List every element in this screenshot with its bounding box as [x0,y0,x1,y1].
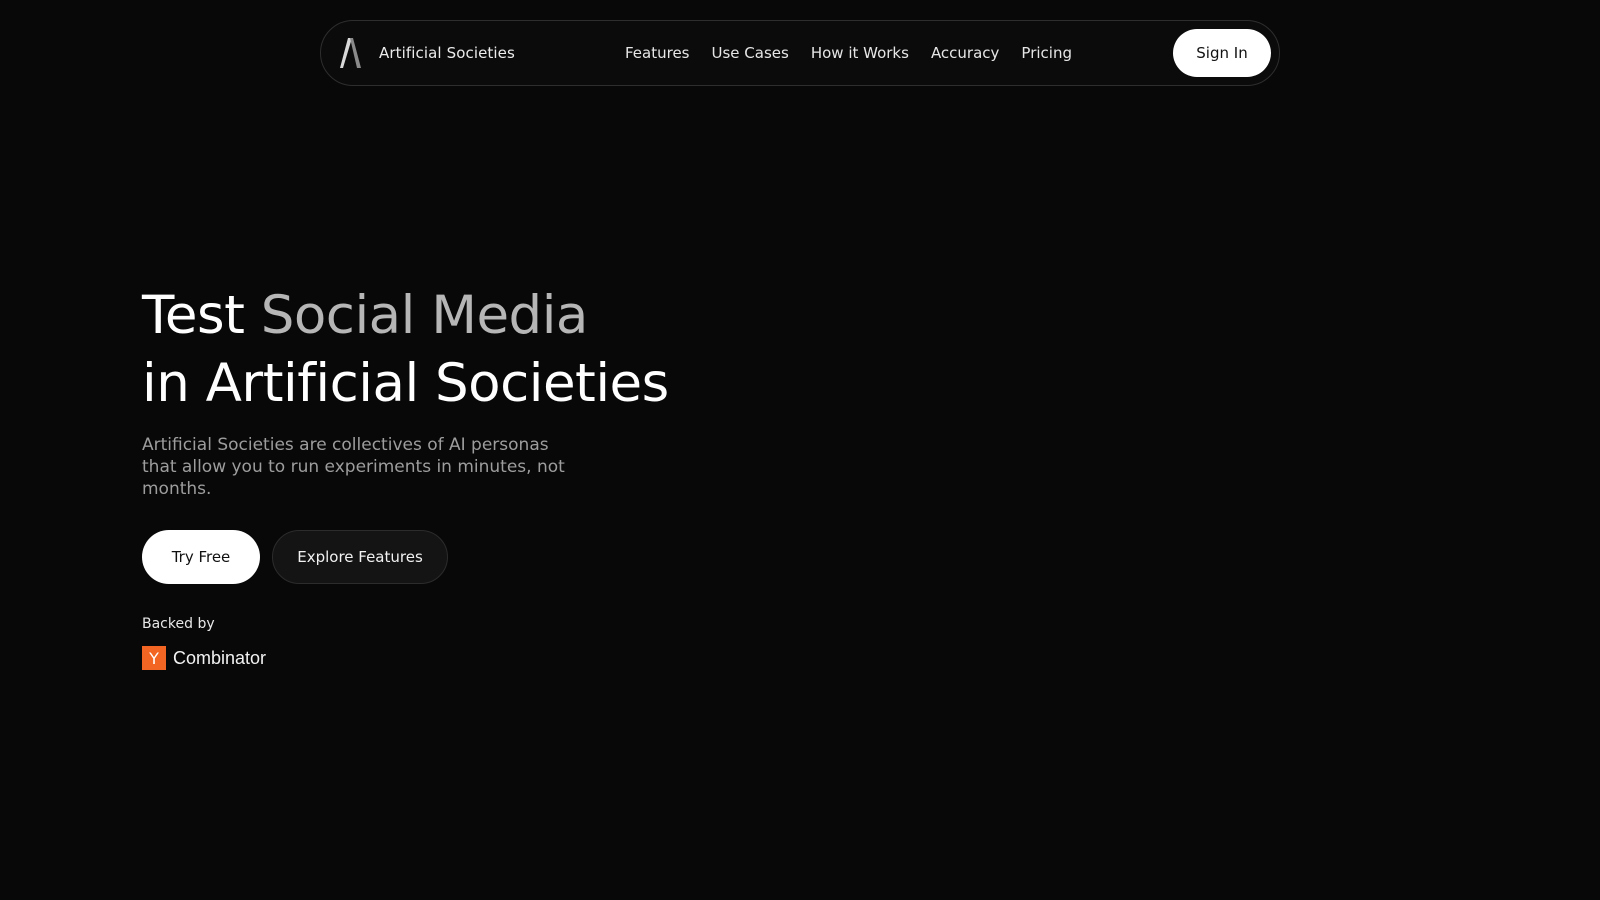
landing-page: Artificial Societies Features Use Cases … [0,0,1600,900]
nav-link-use-cases[interactable]: Use Cases [712,44,789,62]
headline-word-test: Test [142,285,245,346]
nav-link-pricing[interactable]: Pricing [1021,44,1072,62]
backed-by-label: Backed by [142,616,215,632]
y-combinator-logo[interactable]: Y Combinator [142,646,669,670]
headline-line-2: in Artificial Societies [142,353,669,414]
try-free-button[interactable]: Try Free [142,530,260,584]
nav-link-accuracy[interactable]: Accuracy [931,44,999,62]
sign-in-button[interactable]: Sign In [1173,29,1271,77]
hero-headline: Test Social Media in Artificial Societie… [142,282,669,418]
hero-section: Test Social Media in Artificial Societie… [142,282,669,670]
brand-home-link[interactable]: Artificial Societies [339,21,515,85]
cta-row: Try Free Explore Features [142,530,669,584]
artificial-societies-logo-icon [340,38,361,68]
top-navbar: Artificial Societies Features Use Cases … [320,20,1280,86]
y-combinator-icon: Y [142,646,166,670]
hero-subtitle: Artificial Societies are collectives of … [142,435,565,499]
nav-links: Features Use Cases How it Works Accuracy… [625,21,1072,85]
y-combinator-name: Combinator [173,647,267,668]
nav-link-features[interactable]: Features [625,44,690,62]
nav-link-how-it-works[interactable]: How it Works [811,44,909,62]
brand-name: Artificial Societies [379,44,515,62]
explore-features-button[interactable]: Explore Features [272,530,448,584]
headline-social-media: Social Media [260,285,589,346]
